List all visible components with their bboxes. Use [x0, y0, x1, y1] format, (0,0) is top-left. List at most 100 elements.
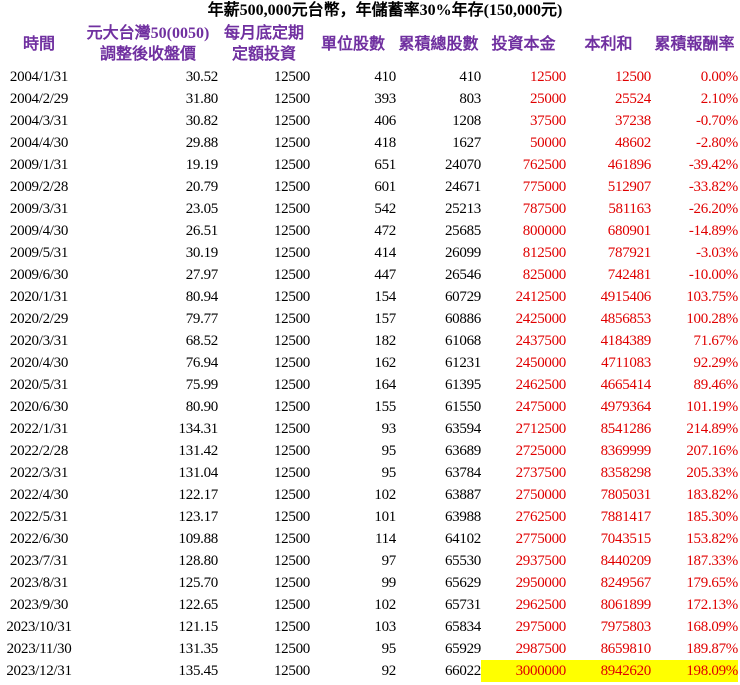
cell-total-value: 4915406: [600, 288, 652, 305]
header-line: 本利和: [584, 35, 633, 53]
cell-adjusted-close: 20.79: [185, 178, 219, 195]
cell-total-value: 8942620: [566, 660, 651, 682]
cell-total-value: 8358298: [600, 464, 652, 481]
cell-cumulative-return: -26.20%: [688, 200, 738, 217]
cell-total-shares: 63887: [444, 486, 481, 503]
cell-monthly-investment: 12500: [273, 442, 310, 459]
cell-principal: 2937500: [515, 552, 567, 569]
cell-total-shares: 61068: [444, 332, 481, 349]
cell-adjusted-close: 80.90: [185, 398, 219, 415]
cell-principal: 762500: [522, 156, 567, 173]
table-row: 2022/1/31 134.31 12500 93 63594 2712500 854128…: [0, 418, 738, 440]
cell-monthly-investment: 12500: [273, 222, 310, 239]
table-title: 年薪500,000元台幣，年儲蓄率30%年存(150,000元): [207, 2, 563, 19]
cell-monthly-investment: 12500: [273, 398, 310, 415]
cell-principal: 2737500: [515, 464, 567, 481]
cell-adjusted-close: 125.70: [178, 574, 219, 591]
cell-monthly-investment: 12500: [273, 90, 310, 107]
cell-unit-shares: 99: [381, 574, 397, 591]
cell-principal: 50000: [529, 134, 566, 151]
cell-adjusted-close: 134.31: [178, 420, 219, 437]
cell-unit-shares: 157: [374, 310, 396, 327]
cell-adjusted-close: 109.88: [178, 530, 219, 547]
cell-cumulative-return: 185.30%: [686, 508, 738, 525]
cell-unit-shares: 182: [374, 332, 396, 349]
cell-adjusted-close: 122.17: [178, 486, 219, 503]
cell-cumulative-return: 189.87%: [686, 640, 738, 657]
header-line: 單位股數: [320, 35, 385, 53]
cell-date: 2009/1/31: [9, 156, 69, 173]
cell-total-value: 48602: [614, 134, 651, 151]
cell-total-shares: 65530: [444, 552, 481, 569]
cell-total-shares: 63988: [444, 508, 481, 525]
cell-cumulative-return: -3.03%: [696, 244, 738, 261]
table-row: 2020/4/30 76.94 12500 162 61231 2450000 471108…: [0, 352, 738, 374]
cell-total-value: 8249567: [600, 574, 652, 591]
cell-cumulative-return: 207.16%: [686, 442, 738, 459]
cell-unit-shares: 102: [374, 486, 396, 503]
cell-total-shares: 61231: [444, 354, 481, 371]
cell-principal: 2425000: [515, 310, 567, 327]
cell-cumulative-return: -33.82%: [688, 178, 738, 195]
cell-principal: 12500: [529, 68, 566, 85]
cell-principal: 2450000: [515, 354, 567, 371]
table-row: 2020/5/31 75.99 12500 164 61395 2462500 466541…: [0, 374, 738, 396]
cell-unit-shares: 97: [381, 552, 397, 569]
cell-adjusted-close: 68.52: [185, 332, 219, 349]
cell-cumulative-return: 92.29%: [693, 354, 739, 371]
cell-total-shares: 60729: [444, 288, 481, 305]
cell-adjusted-close: 135.45: [178, 662, 219, 679]
cell-monthly-investment: 12500: [273, 354, 310, 371]
header-cumulative-return: 累積報酬率: [651, 22, 738, 66]
cell-total-value: 8440209: [600, 552, 652, 569]
cell-adjusted-close: 79.77: [185, 310, 219, 327]
cell-date: 2023/10/31: [6, 618, 72, 635]
cell-date: 2004/2/29: [9, 90, 69, 107]
cell-total-shares: 25685: [444, 222, 481, 239]
cell-date: 2022/4/30: [9, 486, 69, 503]
cell-total-value: 581163: [608, 200, 651, 217]
cell-monthly-investment: 12500: [273, 156, 310, 173]
cell-adjusted-close: 131.35: [178, 640, 219, 657]
cell-adjusted-close: 131.42: [178, 442, 219, 459]
cell-adjusted-close: 80.94: [185, 288, 219, 305]
cell-cumulative-return: -39.42%: [688, 156, 738, 173]
cell-adjusted-close: 122.65: [178, 596, 219, 613]
cell-date: 2020/2/29: [9, 310, 69, 327]
table-row: 2023/8/31 125.70 12500 99 65629 2950000 824956…: [0, 572, 738, 594]
cell-cumulative-return: 214.89%: [686, 420, 738, 437]
cell-cumulative-return: 71.67%: [693, 332, 739, 349]
cell-total-value: 37238: [614, 112, 651, 129]
table-row: 2023/9/30 122.65 12500 102 65731 2962500 80618…: [0, 594, 738, 616]
cell-monthly-investment: 12500: [273, 464, 310, 481]
cell-date: 2004/4/30: [9, 134, 69, 151]
cell-monthly-investment: 12500: [273, 596, 310, 613]
cell-unit-shares: 102: [374, 596, 396, 613]
cell-principal: 37500: [529, 112, 566, 129]
cell-monthly-investment: 12500: [273, 662, 310, 679]
cell-adjusted-close: 19.19: [185, 156, 219, 173]
table-row: 2004/4/30 29.88 12500 418 1627 50000 48602 -2.8…: [0, 132, 738, 154]
cell-cumulative-return: 205.33%: [686, 464, 738, 481]
cell-principal: 25000: [529, 90, 566, 107]
table-row: 2020/6/30 80.90 12500 155 61550 2475000 497936…: [0, 396, 738, 418]
cell-principal: 812500: [522, 244, 567, 261]
cell-adjusted-close: 128.80: [178, 552, 219, 569]
cell-total-shares: 65929: [444, 640, 481, 657]
cell-adjusted-close: 26.51: [185, 222, 219, 239]
table-body: 2004/1/31 30.52 12500 410 410 12500 12500 0.00%…: [0, 66, 738, 682]
table-row: 2023/10/31 121.15 12500 103 65834 2975000 7975…: [0, 616, 738, 638]
cell-monthly-investment: 12500: [273, 178, 310, 195]
cell-adjusted-close: 121.15: [178, 618, 219, 635]
cell-date: 2009/5/31: [9, 244, 69, 261]
cell-total-value: 787921: [607, 244, 652, 261]
cell-cumulative-return: 168.09%: [686, 618, 738, 635]
cell-total-shares: 63689: [444, 442, 481, 459]
cell-unit-shares: 155: [374, 398, 396, 415]
cell-adjusted-close: 31.80: [185, 90, 219, 107]
cell-principal: 2475000: [515, 398, 567, 415]
table-row: 2022/5/31 123.17 12500 101 63988 2762500 78814…: [0, 506, 738, 528]
cell-total-shares: 66022: [444, 662, 481, 679]
cell-monthly-investment: 12500: [273, 376, 310, 393]
cell-total-shares: 410: [459, 68, 481, 85]
